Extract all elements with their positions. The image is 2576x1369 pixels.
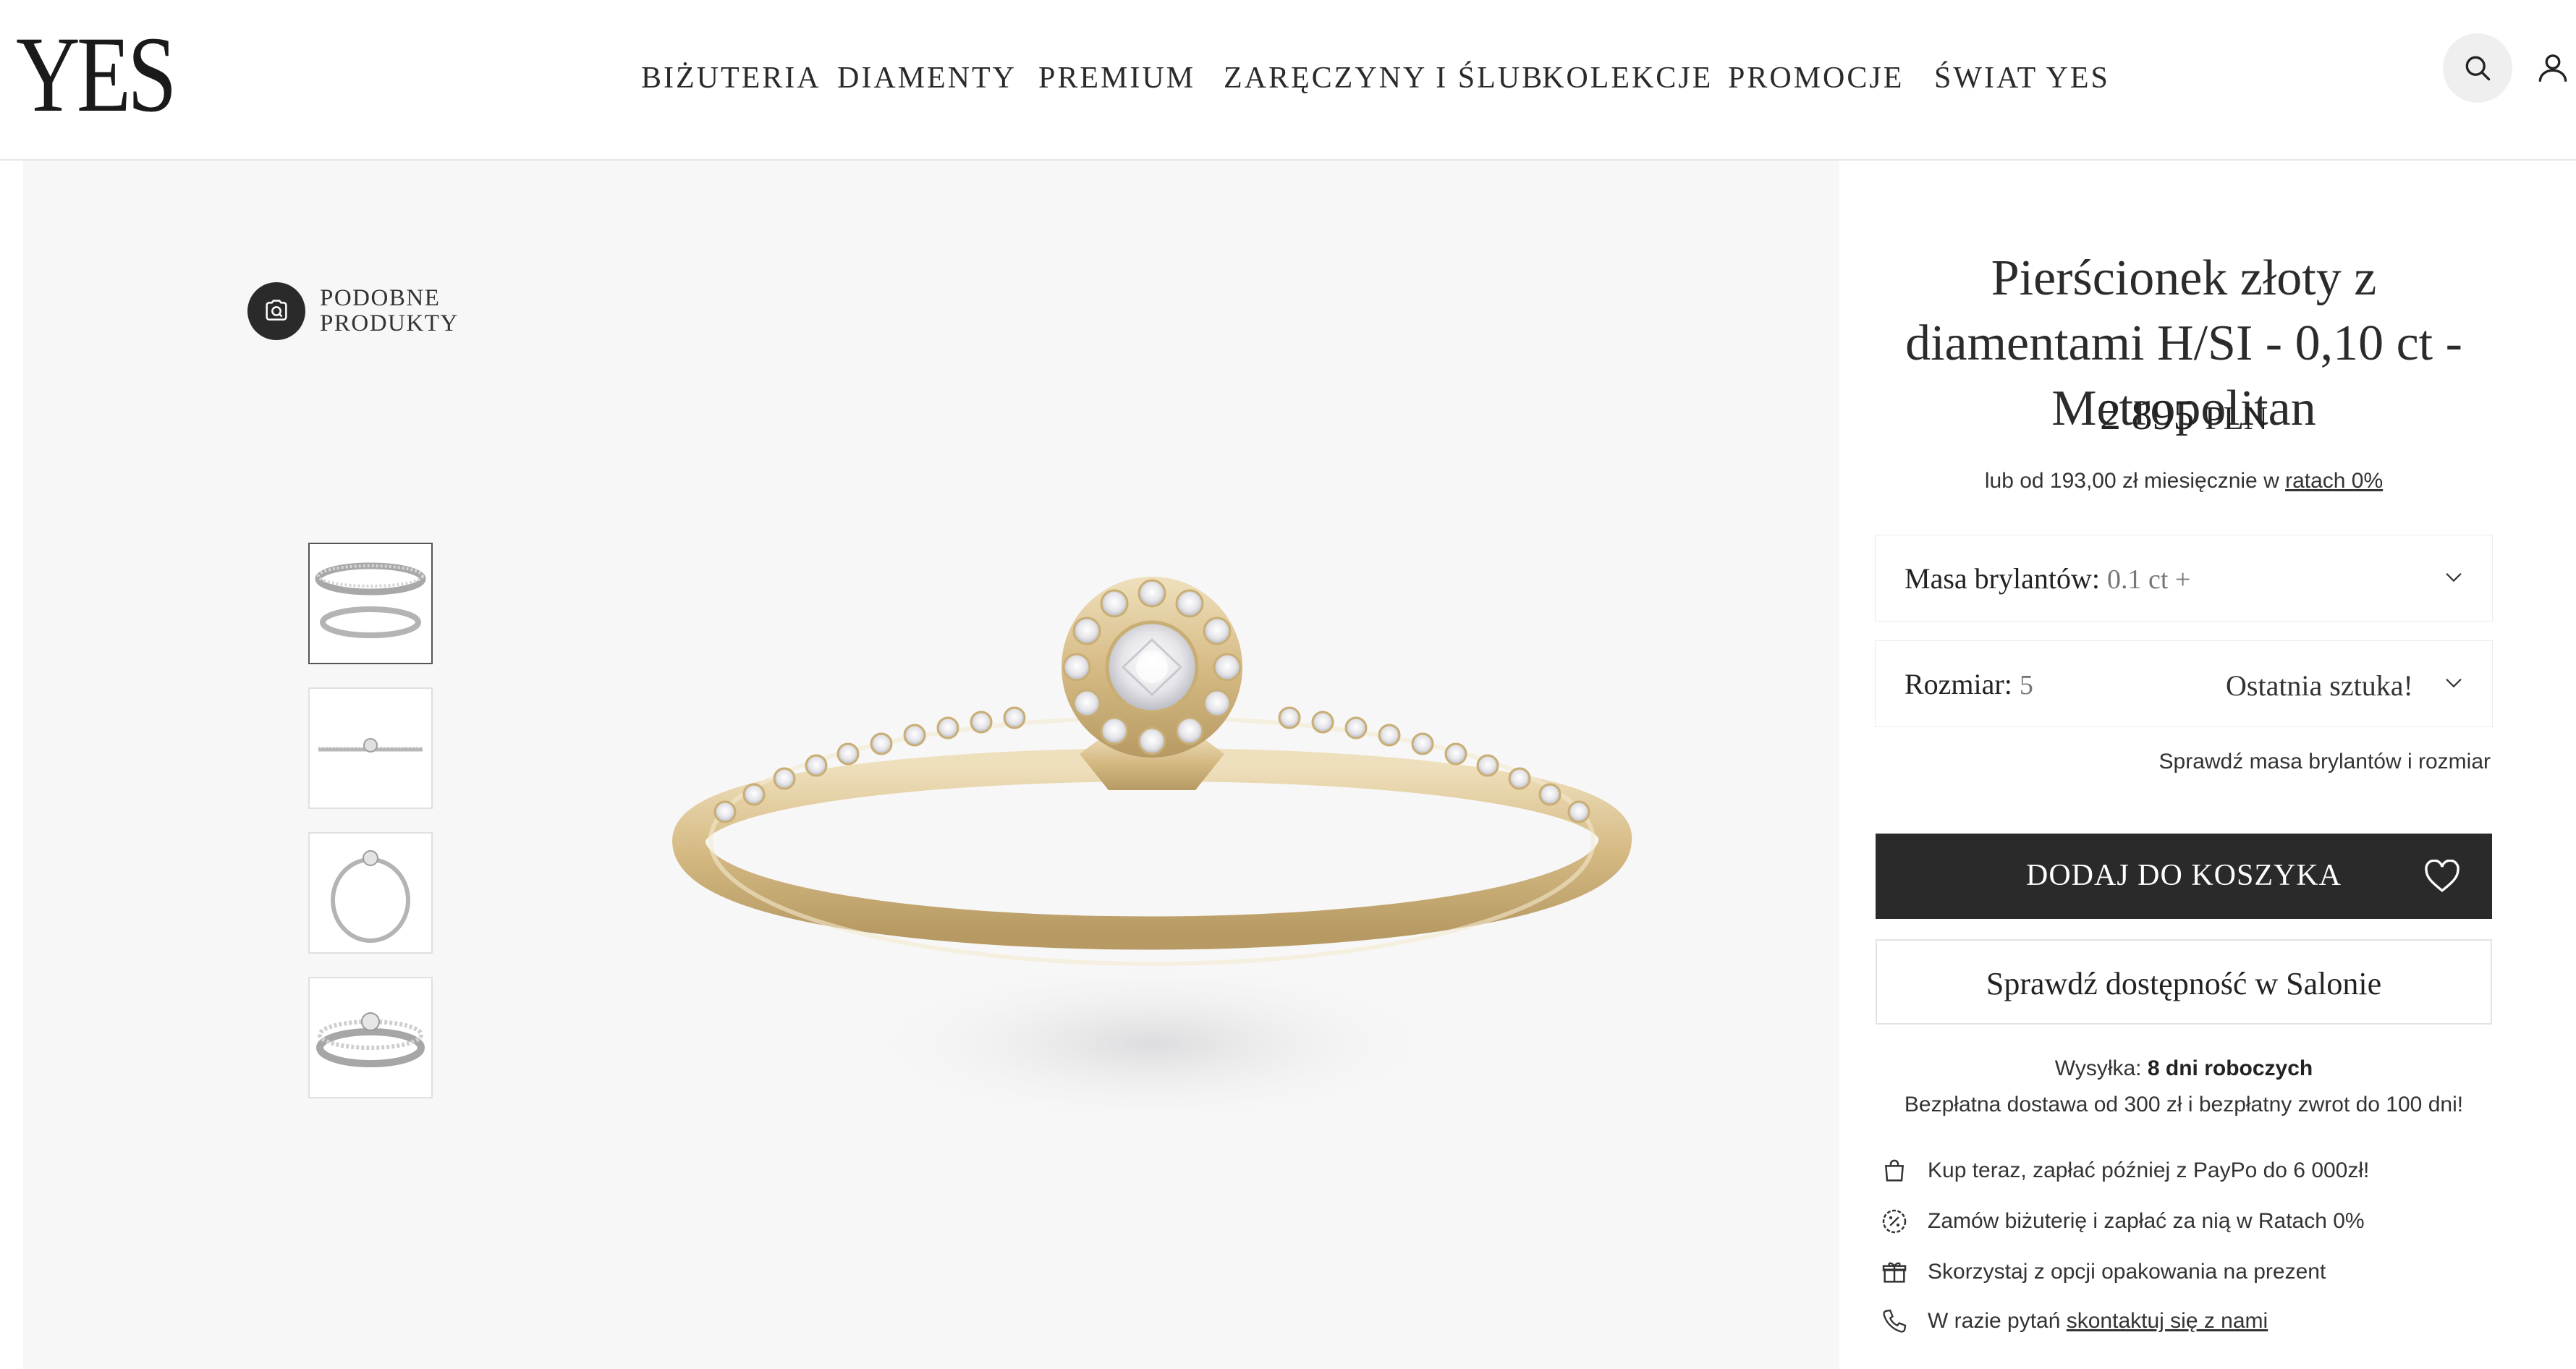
percent-badge-icon [1878, 1205, 1910, 1237]
account-button[interactable] [2518, 33, 2576, 103]
installment-info: lub od 193,00 zł miesięcznie w ratach 0% [1874, 469, 2494, 493]
ring-angle-thumbnail [316, 1012, 425, 1067]
carat-select[interactable]: Masa brylantów: 0.1 ct + [1876, 535, 2492, 621]
feature-gift-wrap: Skorzystaj z opcji opakowania na prezent [1878, 1256, 2326, 1288]
feature-installments: Zamów biżuterię i zapłać za nią w Ratach… [1878, 1205, 2365, 1237]
thumbnail-4[interactable] [308, 977, 433, 1098]
shipping-label: Wysyłka: [2054, 1056, 2142, 1080]
bag-icon [1878, 1155, 1910, 1187]
thumbnail-3[interactable] [308, 832, 433, 954]
product-gallery: PODOBNE PRODUKTY [23, 161, 1839, 1369]
chevron-down-icon [2446, 572, 2462, 582]
chevron-down-icon [2446, 678, 2462, 688]
nav-promocje[interactable]: PROMOCJE [1728, 61, 1904, 96]
ring-set-thumbnail [315, 562, 426, 638]
contact-us-link[interactable]: skontaktuj się z nami [2067, 1309, 2268, 1334]
installment-text: lub od 193,00 zł miesięcznie w [1984, 469, 2279, 493]
nav-premium[interactable]: PREMIUM [1038, 61, 1195, 96]
nav-kolekcje[interactable]: KOLEKCJE [1542, 61, 1713, 96]
feature-contact-text: W razie pytań [1928, 1309, 2061, 1333]
similar-products-button[interactable]: PODOBNE PRODUKTY [247, 282, 459, 340]
shipping-value: 8 dni roboczych [2147, 1056, 2313, 1080]
site-header: YES BIŻUTERIA DIAMENTY PREMIUM ZARĘCZYNY… [0, 0, 2576, 161]
add-to-cart-button[interactable]: DODAJ DO KOSZYKA [1876, 834, 2492, 919]
shipping-time: Wysyłka: 8 dni roboczych [1876, 1056, 2492, 1081]
last-item-note: Ostatnia sztuka! [2226, 669, 2413, 702]
thumbnail-2[interactable] [308, 687, 433, 809]
check-carat-size-link[interactable]: Sprawdź masa brylantów i rozmiar [1876, 750, 2491, 774]
size-select-label: Rozmiar: 5 [1905, 667, 2033, 701]
visual-search-icon [247, 282, 305, 340]
delivery-info: Bezpłatna dostawa od 300 zł i bezpłatny … [1904, 1093, 2464, 1116]
ring-front-thumbnail [331, 850, 410, 943]
check-salon-availability-button[interactable]: Sprawdź dostępność w Salonie [1876, 939, 2492, 1025]
similar-products-label: PODOBNE PRODUKTY [320, 285, 459, 336]
product-price: 2 895 PLN [1874, 391, 2494, 439]
nav-swiat-yes[interactable]: ŚWIAT YES [1934, 61, 2110, 96]
heart-icon[interactable] [2424, 860, 2460, 893]
search-icon [2465, 56, 2491, 81]
ring-side-thumbnail [318, 738, 423, 753]
size-label: Rozmiar: [1905, 668, 2012, 700]
size-value: 5 [2019, 670, 2033, 700]
price-currency: PLN [2205, 399, 2268, 436]
feature-contact: W razie pytań skontaktuj się z nami [1878, 1305, 2268, 1337]
user-icon [2538, 54, 2567, 82]
logo[interactable]: YES [16, 20, 177, 129]
gift-icon [1878, 1256, 1910, 1288]
search-button[interactable] [2443, 33, 2512, 103]
price-amount: 2 895 [2100, 391, 2195, 438]
check-salon-label: Sprawdź dostępność w Salonie [1986, 966, 2382, 1001]
nav-zareczyny-i-slub[interactable]: ZARĘCZYNY I ŚLUB [1224, 61, 1544, 96]
feature-gift-wrap-text: Skorzystaj z opcji opakowania na prezent [1928, 1260, 2326, 1284]
installment-link[interactable]: ratach 0% [2285, 469, 2383, 493]
feature-paypo-text: Kup teraz, zapłać później z PayPo do 6 0… [1928, 1158, 2370, 1182]
nav-diamenty[interactable]: DIAMENTY [837, 61, 1017, 96]
feature-installments-text: Zamów biżuterię i zapłać za nią w Ratach… [1928, 1209, 2365, 1233]
phone-icon [1878, 1305, 1910, 1337]
feature-paypo: Kup teraz, zapłać później z PayPo do 6 0… [1878, 1155, 2369, 1187]
product-main-image[interactable] [645, 515, 1658, 1224]
carat-select-label: Masa brylantów: 0.1 ct + [1905, 561, 2190, 596]
size-select[interactable]: Rozmiar: 5 Ostatnia sztuka! [1876, 641, 2492, 726]
thumbnail-1[interactable] [308, 543, 433, 664]
carat-value: 0.1 ct + [2106, 564, 2191, 595]
add-to-cart-label: DODAJ DO KOSZYKA [2026, 859, 2342, 892]
carat-label: Masa brylantów: [1905, 562, 2100, 595]
nav-bizuteria[interactable]: BIŻUTERIA [641, 61, 821, 96]
